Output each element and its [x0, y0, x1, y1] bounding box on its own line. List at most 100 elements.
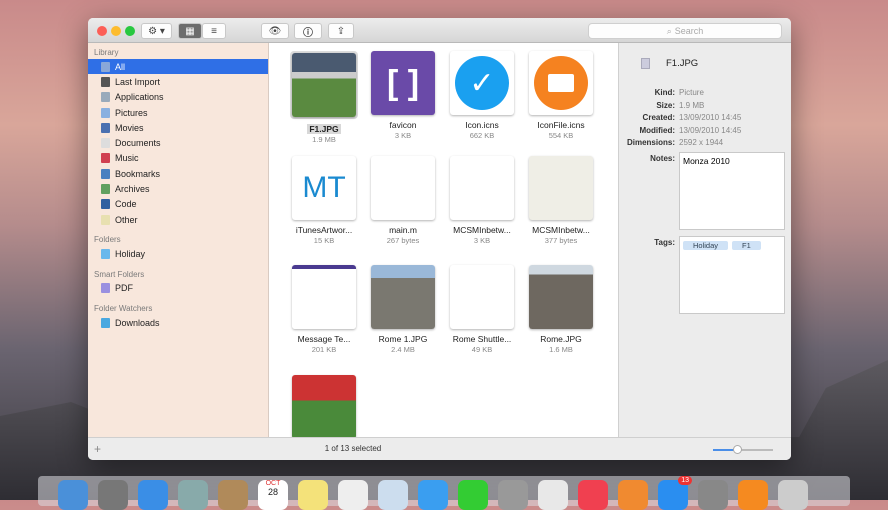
dock-calendar-icon[interactable]: OCT 28 — [258, 480, 288, 510]
list-view-button[interactable]: ≡ — [202, 23, 226, 39]
inspector-filename: F1.JPG — [666, 58, 699, 69]
info-button[interactable]: ⓘ — [294, 23, 322, 39]
field-label: Modified: — [639, 125, 675, 135]
notes-label: Notes: — [650, 154, 675, 163]
file-item[interactable]: Rome 1.JPG 2.4 MB — [366, 265, 440, 354]
dock-docs-icon[interactable] — [738, 480, 768, 510]
file-thumbnail — [450, 265, 514, 329]
category-icon — [101, 199, 110, 210]
file-item[interactable]: MCSMInbetw... 3 KB — [445, 156, 519, 245]
sidebar-item-other[interactable]: Other — [88, 212, 268, 227]
file-item[interactable]: Rome Shuttle... 49 KB — [445, 265, 519, 354]
grid-view-button[interactable]: ▦ — [178, 23, 202, 39]
dock-mail-icon[interactable] — [178, 480, 208, 510]
sidebar-item-archives[interactable]: Archives — [88, 181, 268, 196]
sidebar-item-holiday[interactable]: Holiday — [88, 246, 268, 261]
category-icon — [101, 122, 110, 133]
sidebar-item-pictures[interactable]: Pictures — [88, 105, 268, 120]
dock-facetime-icon[interactable] — [458, 480, 488, 510]
folder-icon — [101, 248, 110, 259]
sidebar-item-downloads[interactable]: Downloads — [88, 315, 268, 330]
file-item[interactable]: main.m 267 bytes — [366, 156, 440, 245]
category-icon — [101, 61, 110, 72]
sidebar-header: Smart Folders — [94, 269, 145, 279]
file-name: MCSMInbetw... — [453, 225, 511, 235]
minimize-button[interactable] — [111, 26, 121, 36]
dock-preferences-icon[interactable] — [698, 480, 728, 510]
folder-icon — [534, 56, 588, 110]
dock-trash-icon[interactable] — [778, 480, 808, 510]
sidebar-header: Folders — [94, 235, 121, 245]
category-icon — [101, 92, 110, 103]
sidebar-item-code[interactable]: Code — [88, 197, 268, 212]
dock-itunes-icon[interactable] — [578, 480, 608, 510]
action-menu-button[interactable]: ⚙ ▾ — [141, 23, 172, 39]
file-item[interactable] — [287, 375, 361, 439]
sidebar-item-all[interactable]: All — [88, 59, 268, 75]
file-name: Rome Shuttle... — [452, 334, 512, 344]
file-item[interactable]: Message Te... 201 KB — [287, 265, 361, 354]
dock-maps-icon[interactable] — [378, 480, 408, 510]
sidebar-item-documents[interactable]: Documents — [88, 135, 268, 150]
dock-contacts-icon[interactable] — [218, 480, 248, 510]
zoom-button[interactable] — [125, 26, 135, 36]
category-icon — [101, 214, 110, 225]
file-size: 267 bytes — [386, 236, 420, 245]
status-bar: + 1 of 13 selected — [88, 437, 791, 460]
sidebar-item-last-import[interactable]: Last Import — [88, 74, 268, 89]
file-thumbnail — [529, 51, 593, 115]
sidebar-item-bookmarks[interactable]: Bookmarks — [88, 166, 268, 181]
file-thumbnail — [371, 156, 435, 220]
dock-numbers-icon[interactable] — [538, 480, 568, 510]
tags-field[interactable]: Holiday F1 — [679, 236, 785, 314]
search-field[interactable]: ⌕ Search — [588, 23, 782, 39]
tag-f1[interactable]: F1 — [732, 241, 761, 250]
search-icon: ⌕ — [666, 25, 672, 36]
file-item[interactable]: IconFile.icns 554 KB — [524, 51, 598, 140]
file-name: favicon — [389, 120, 417, 130]
tags-label: Tags: — [654, 238, 675, 247]
sidebar-item-movies[interactable]: Movies — [88, 120, 268, 135]
share-button[interactable]: ⇪ — [328, 23, 354, 39]
dock-finder-icon[interactable] — [58, 480, 88, 510]
selection-count: 1 of 13 selected — [324, 444, 382, 453]
quicklook-button[interactable]: 👁 — [261, 23, 289, 39]
category-icon — [101, 138, 110, 149]
thumbnail-size-slider[interactable] — [713, 445, 773, 454]
eye-icon: 👁 — [268, 25, 282, 37]
tag-holiday[interactable]: Holiday — [683, 241, 729, 250]
file-item[interactable]: F1.JPG 1.9 MB — [287, 51, 361, 144]
sidebar-item-pdf[interactable]: PDF — [88, 281, 268, 296]
dock-appstore-icon[interactable]: 13 — [658, 476, 692, 510]
file-thumbnail — [371, 265, 435, 329]
slider-knob[interactable] — [733, 445, 742, 454]
app-store-badge: 13 — [678, 476, 692, 485]
field-value: 2592 x 1944 — [679, 138, 724, 147]
dock-notes-icon[interactable] — [298, 480, 328, 510]
file-item[interactable]: [ ] favicon 3 KB — [366, 51, 440, 140]
notes-field[interactable]: Monza 2010 — [679, 152, 785, 230]
file-item[interactable]: MT iTunesArtwor... 15 KB — [287, 156, 361, 245]
sidebar: Library All Last Import Applications Picture… — [88, 43, 269, 437]
file-size: 662 KB — [469, 131, 495, 140]
dock-ibooks-icon[interactable] — [618, 480, 648, 510]
grid-icon: ▦ — [185, 25, 195, 37]
close-button[interactable] — [97, 26, 107, 36]
dock-launchpad-icon[interactable] — [98, 480, 128, 510]
file-grid: F1.JPG 1.9 MB[ ] favicon 3 KB ✓ Icon.icns 662 … — [270, 43, 617, 439]
file-item[interactable]: ✓ Icon.icns 662 KB — [445, 51, 519, 140]
checkmark-icon: ✓ — [455, 56, 509, 110]
field-label: Created: — [642, 113, 675, 122]
sidebar-item-music[interactable]: Music — [88, 151, 268, 166]
dock-reminders-icon[interactable] — [338, 480, 368, 510]
file-item[interactable]: Rome.JPG 1.6 MB — [524, 265, 598, 354]
sidebar-item-applications[interactable]: Applications — [88, 90, 268, 105]
dock-safari-icon[interactable] — [138, 480, 168, 510]
field-label: Kind: — [654, 88, 675, 97]
file-size: 3 KB — [473, 236, 491, 245]
dock-messages-icon[interactable] — [418, 480, 448, 510]
dock-photos-icon[interactable] — [498, 480, 528, 510]
file-name: Icon.icns — [465, 120, 499, 130]
file-item[interactable]: MCSMInbetw... 377 bytes — [524, 156, 598, 245]
file-thumbnail — [529, 156, 593, 220]
